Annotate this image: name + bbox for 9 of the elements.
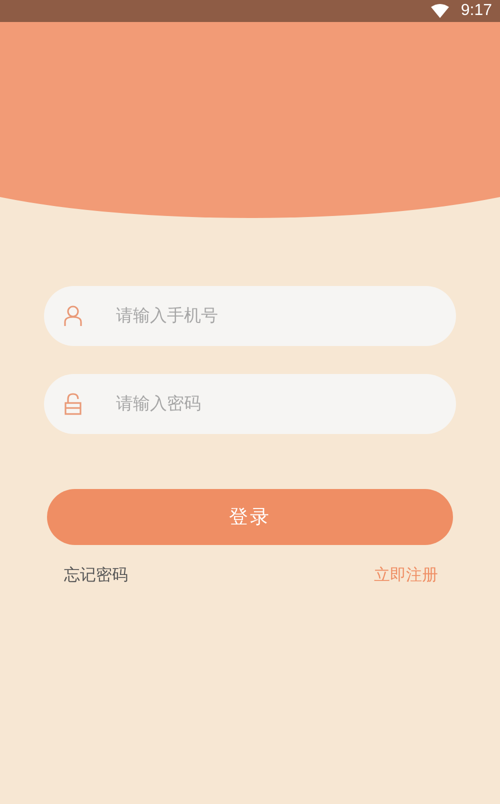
- register-link[interactable]: 立即注册: [374, 565, 438, 586]
- password-field[interactable]: 请输入密码: [44, 374, 456, 434]
- login-button[interactable]: 登录: [47, 489, 453, 545]
- wifi-icon: [430, 4, 449, 18]
- clock-time: 9:17: [460, 2, 492, 20]
- user-icon: [64, 305, 82, 327]
- phone-field[interactable]: 请输入手机号: [44, 286, 456, 346]
- lock-icon: [64, 393, 82, 415]
- forgot-password-link[interactable]: 忘记密码: [64, 565, 128, 586]
